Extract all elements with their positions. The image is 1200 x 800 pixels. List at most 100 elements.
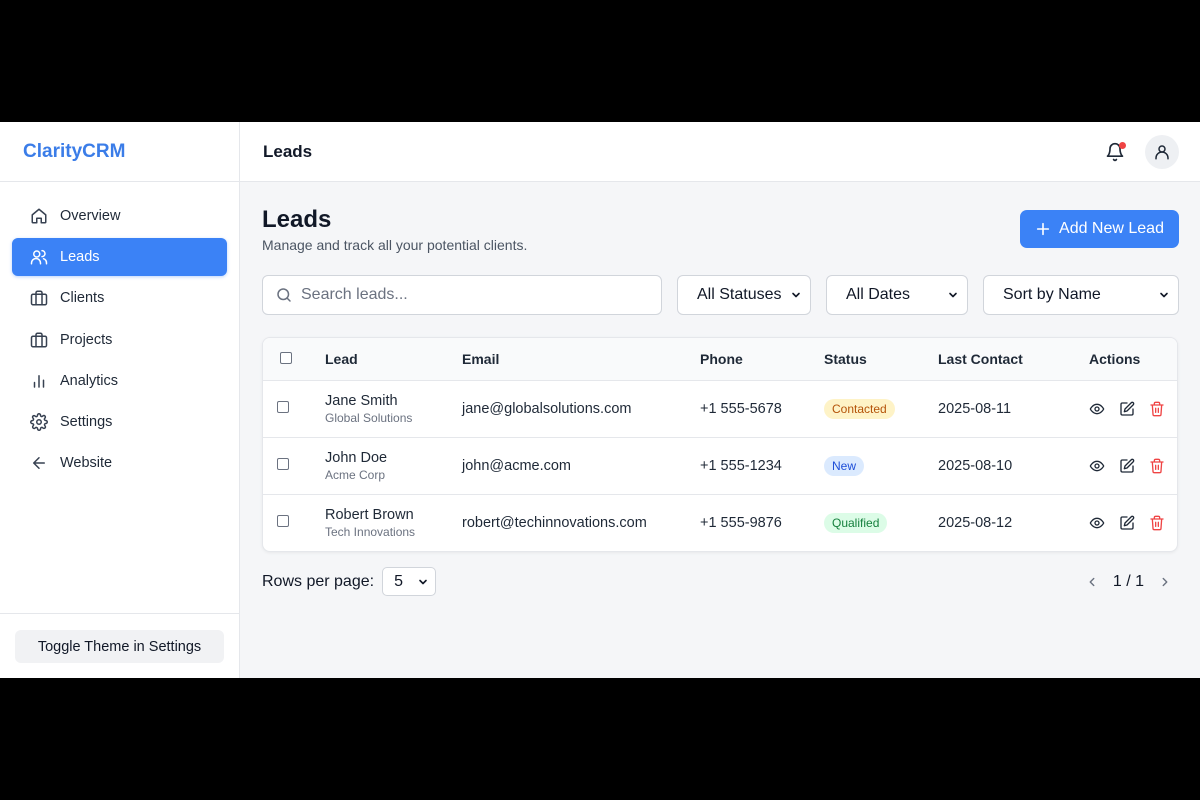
column-header[interactable]: Last Contact [938, 338, 1072, 380]
app-window: ClarityCRM Overview Leads Clients Projec… [0, 122, 1200, 678]
status-filter-select[interactable]: All Statuses [677, 275, 811, 315]
table-row[interactable]: John Doe Acme Corp john@acme.com +1 555-123… [263, 437, 1177, 494]
lead-last-contact: 2025-08-11 [938, 400, 1012, 417]
notifications-button[interactable] [1099, 136, 1131, 168]
chevron-down-icon [790, 289, 802, 301]
table-row[interactable]: Robert Brown Tech Innovations robert@techi… [263, 494, 1177, 551]
sort-select[interactable]: Sort by Name [983, 275, 1179, 315]
search-input[interactable] [301, 286, 641, 304]
sidebar-item-label: Clients [60, 290, 105, 307]
content: Leads Manage and track all your potentia… [240, 182, 1200, 596]
date-filter-value: All Dates [846, 286, 911, 303]
briefcase-icon [30, 289, 48, 307]
chevron-left-icon [1089, 577, 1095, 586]
date-filter-select[interactable]: All Dates [826, 275, 968, 315]
rows-per-page-label: Rows per page: [262, 572, 375, 590]
sidebar-item-analytics[interactable]: Analytics [12, 362, 227, 400]
trash-icon [1149, 515, 1165, 531]
view-button[interactable] [1089, 458, 1105, 474]
lead-name[interactable]: Robert Brown [325, 507, 462, 523]
row-actions [1072, 401, 1177, 417]
brand-logo[interactable]: ClarityCRM [0, 122, 239, 182]
edit-button[interactable] [1119, 515, 1135, 531]
eye-icon [1089, 401, 1105, 417]
column-header[interactable]: Status [824, 338, 938, 380]
leads-table-card: Lead Email Phone Status Last Contact Act… [262, 337, 1178, 552]
arrow-left-icon [30, 454, 48, 472]
view-button[interactable] [1089, 515, 1105, 531]
row-checkbox[interactable] [277, 457, 289, 470]
lead-company: Acme Corp [325, 467, 386, 482]
sort-value: Sort by Name [1003, 286, 1101, 303]
column-header[interactable]: Email [462, 338, 700, 380]
sidebar: ClarityCRM Overview Leads Clients Projec… [0, 122, 240, 678]
column-header[interactable]: Phone [700, 338, 824, 380]
add-new-lead-button[interactable]: Add New Lead [1020, 210, 1179, 248]
edit-icon [1119, 401, 1135, 417]
topbar: Leads [240, 122, 1200, 182]
status-badge: Qualified [824, 512, 888, 533]
search-box [262, 275, 662, 315]
row-checkbox[interactable] [277, 400, 289, 413]
lead-last-contact: 2025-08-10 [938, 457, 1013, 474]
chevron-down-icon [1158, 289, 1170, 301]
edit-button[interactable] [1119, 458, 1135, 474]
sidebar-item-label: Overview [60, 208, 121, 224]
column-header[interactable]: Lead [325, 338, 462, 380]
lead-email: robert@techinnovations.com [462, 514, 647, 531]
select-all-checkbox[interactable] [280, 351, 292, 364]
lead-email: john@acme.com [462, 457, 572, 474]
trash-icon [1149, 401, 1165, 417]
status-badge: New [824, 455, 865, 476]
lead-email: jane@globalsolutions.com [462, 400, 632, 417]
delete-button[interactable] [1149, 401, 1165, 417]
notification-dot [1119, 141, 1126, 149]
view-button[interactable] [1089, 401, 1105, 417]
gear-icon [30, 413, 48, 431]
sidebar-item-settings[interactable]: Settings [12, 403, 227, 441]
page-subtitle: Manage and track all your potential clie… [262, 237, 528, 253]
user-icon [1153, 143, 1171, 161]
sidebar-item-website[interactable]: Website [12, 444, 227, 482]
edit-icon [1119, 458, 1135, 474]
sidebar-item-clients[interactable]: Clients [12, 279, 227, 317]
edit-icon [1119, 515, 1135, 531]
sidebar-item-overview[interactable]: Overview [12, 197, 227, 235]
lead-phone: +1 555-1234 [700, 457, 782, 474]
toggle-theme-button[interactable]: Toggle Theme in Settings [15, 630, 224, 663]
trash-icon [1149, 458, 1165, 474]
status-badge: Contacted [824, 398, 895, 419]
page-navigation: 1 / 1 [1085, 573, 1178, 591]
lead-name[interactable]: John Doe [325, 450, 462, 466]
row-actions [1072, 458, 1177, 474]
user-avatar-button[interactable] [1145, 134, 1179, 169]
lead-name[interactable]: Jane Smith [325, 393, 462, 409]
search-icon [275, 286, 293, 304]
pagination-bar: Rows per page: 5 1 / 1 [262, 567, 1178, 596]
rows-per-page-value: 5 [394, 572, 403, 590]
row-checkbox[interactable] [277, 514, 289, 527]
lead-phone: +1 555-9876 [700, 514, 782, 531]
previous-page-button[interactable] [1085, 575, 1099, 589]
sidebar-item-label: Analytics [60, 372, 119, 389]
row-actions [1072, 515, 1177, 531]
sidebar-item-label: Website [60, 455, 113, 472]
sidebar-item-leads[interactable]: Leads [12, 238, 227, 277]
chevron-right-icon [1162, 577, 1168, 586]
plus-icon [1035, 221, 1051, 237]
rows-per-page-select[interactable]: 5 [382, 567, 437, 596]
delete-button[interactable] [1149, 458, 1165, 474]
sidebar-item-projects[interactable]: Projects [12, 321, 227, 359]
next-page-button[interactable] [1158, 575, 1172, 589]
topbar-title: Leads [263, 141, 313, 161]
chevron-down-icon [417, 576, 429, 588]
sidebar-item-label: Projects [60, 331, 113, 348]
table-row[interactable]: Jane Smith Global Solutions jane@globalsol… [263, 380, 1177, 437]
delete-button[interactable] [1149, 515, 1165, 531]
lead-last-contact: 2025-08-12 [938, 514, 1013, 531]
home-icon [30, 207, 48, 225]
edit-button[interactable] [1119, 401, 1135, 417]
filters-bar: All Statuses All Dates Sort by Name [262, 275, 1179, 315]
sidebar-nav: Overview Leads Clients Projects Analytic… [0, 182, 239, 482]
eye-icon [1089, 515, 1105, 531]
